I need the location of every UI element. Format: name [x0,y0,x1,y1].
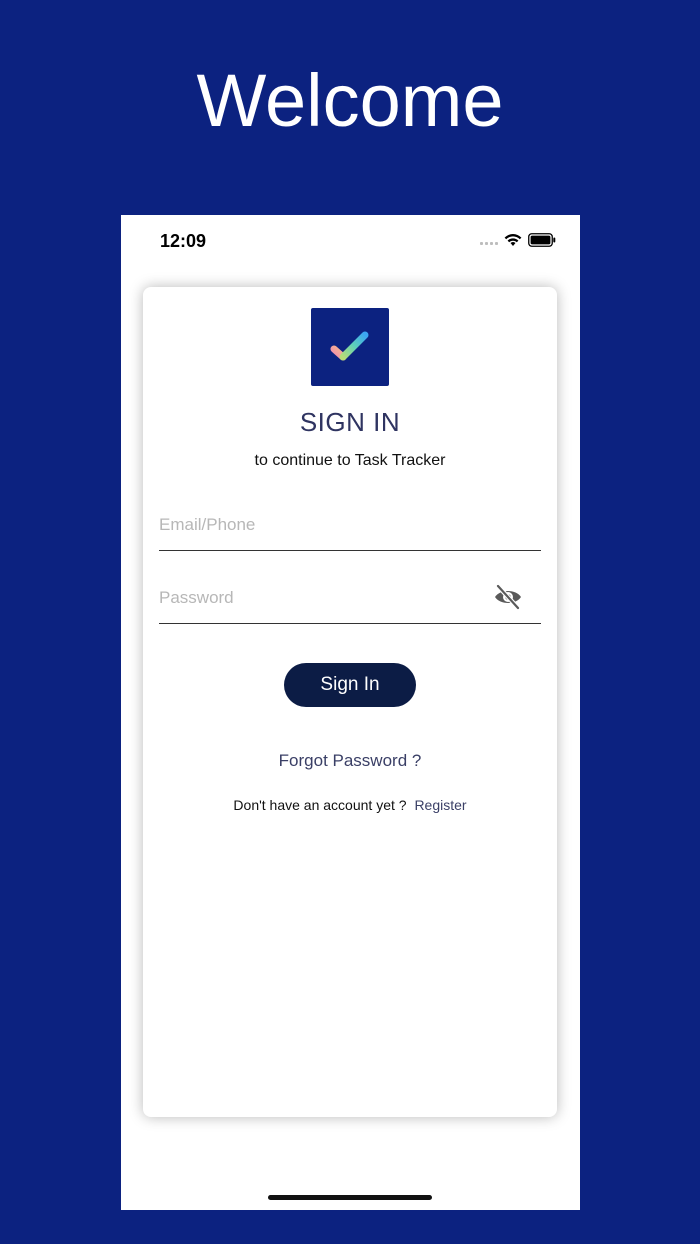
register-prompt-text: Don't have an account yet ? [233,797,407,813]
password-field [159,580,541,624]
password-input[interactable] [159,580,479,616]
battery-icon [528,233,556,247]
welcome-title: Welcome [196,59,504,142]
status-bar: 12:09 [121,215,580,267]
home-indicator [268,1195,432,1200]
eye-off-icon[interactable] [493,584,523,610]
forgot-password-link[interactable]: Forgot Password ? [143,751,557,771]
register-link[interactable]: Register [414,797,466,813]
sign-in-card: SIGN IN to continue to Task Tracker Sign… [143,287,557,1117]
phone-screen: 12:09 SIGN IN to continue to Task Tracke… [121,215,580,1210]
register-prompt: Don't have an account yet ? Register [143,797,557,813]
checkmark-logo-icon [311,308,389,386]
signal-dots-icon [480,235,498,245]
email-input[interactable] [159,507,479,543]
status-icons [480,233,556,247]
sign-in-title: SIGN IN [299,407,401,437]
status-time: 12:09 [160,231,207,251]
wifi-icon [504,234,522,246]
sign-in-button[interactable]: Sign In [284,663,416,707]
email-field [159,507,541,551]
sign-in-subtitle: to continue to Task Tracker [254,452,446,469]
